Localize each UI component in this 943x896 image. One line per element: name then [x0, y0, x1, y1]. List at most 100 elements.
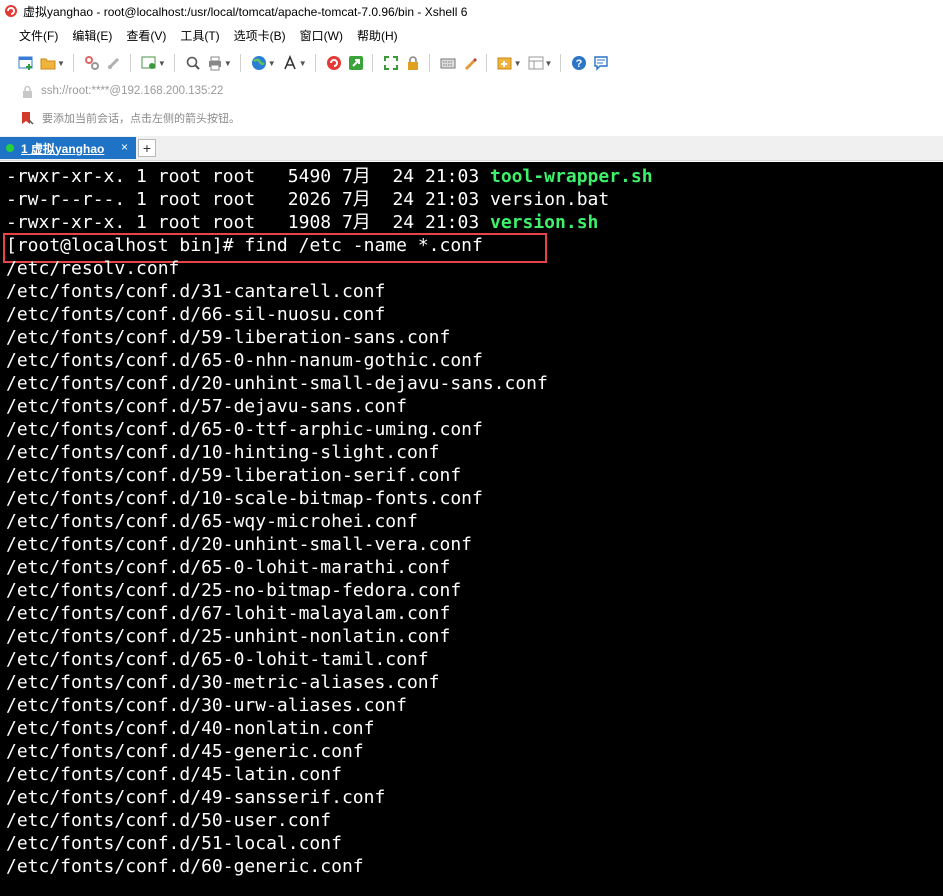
help-icon[interactable]: ?: [571, 55, 587, 71]
menu-bar: 文件(F) 编辑(E) 查看(V) 工具(T) 选项卡(B) 窗口(W) 帮助(…: [0, 24, 943, 46]
hint-text: 要添加当前会话，点击左侧的箭头按钮。: [42, 113, 240, 125]
output-line: /etc/fonts/conf.d/50-user.conf: [6, 810, 332, 831]
lock-icon: [23, 85, 32, 98]
toolbar-divider: [371, 54, 373, 72]
ls-row-meta: -rwxr-xr-x.: [6, 212, 126, 233]
command-line: [root@localhost bin]# find /etc -name *.…: [6, 234, 483, 257]
address-text[interactable]: ssh://root:****@192.168.200.135:22: [41, 85, 223, 97]
chevron-down-icon[interactable]: ▼: [158, 59, 166, 68]
highlight-icon[interactable]: [462, 55, 478, 71]
output-line: /etc/fonts/conf.d/20-unhint-small-dejavu…: [6, 373, 548, 394]
add-tab-button[interactable]: +: [138, 139, 156, 157]
ls-row: -rw-r--r--. 1 root root 2026 7月 24 21:03…: [6, 188, 609, 211]
output-line: /etc/fonts/conf.d/65-wqy-microhei.conf: [6, 511, 418, 532]
xftp-icon[interactable]: [348, 55, 364, 71]
tab-session-1[interactable]: 1 虚拟yanghao ×: [0, 137, 136, 159]
new-session-icon[interactable]: [18, 55, 34, 71]
ls-row-filename: version.sh: [490, 212, 599, 233]
menu-edit[interactable]: 编辑(E): [72, 27, 112, 44]
output-line: /etc/fonts/conf.d/66-sil-nuosu.conf: [6, 304, 386, 325]
ls-row-filename: tool-wrapper.sh: [490, 166, 653, 187]
ls-row-details: 1 root root 1908 7月 24 21:03: [125, 212, 490, 233]
command-text: find /etc -name *.conf: [244, 235, 483, 256]
output-line: /etc/fonts/conf.d/65-0-lohit-tamil.conf: [6, 649, 429, 670]
shell-prompt: [root@localhost bin]#: [6, 235, 245, 256]
close-icon[interactable]: ×: [121, 140, 128, 154]
xshell-logo-icon: [5, 5, 17, 17]
ls-row-meta: -rwxr-xr-x.: [6, 166, 126, 187]
properties-icon[interactable]: [141, 55, 157, 71]
open-folder-icon[interactable]: [40, 55, 56, 71]
output-line: /etc/fonts/conf.d/67-lohit-malayalam.con…: [6, 603, 451, 624]
output-line: /etc/fonts/conf.d/40-nonlatin.conf: [6, 718, 375, 739]
toolbar-divider: [485, 54, 487, 72]
toolbar-divider: [72, 54, 74, 72]
output-line: /etc/fonts/conf.d/65-0-nhn-nanum-gothic.…: [6, 350, 483, 371]
output-line: /etc/fonts/conf.d/31-cantarell.conf: [6, 281, 386, 302]
new-tab-icon[interactable]: [497, 55, 513, 71]
ls-row-details: 1 root root 2026 7月 24 21:03: [125, 189, 490, 210]
output-line: /etc/fonts/conf.d/65-0-ttf-arphic-uming.…: [6, 419, 483, 440]
chevron-down-icon[interactable]: ▼: [268, 59, 276, 68]
tab-label: 1 虚拟yanghao: [21, 141, 105, 156]
bookmark-arrow-icon[interactable]: [20, 111, 34, 125]
fullscreen-icon[interactable]: [383, 55, 399, 71]
globe-icon[interactable]: [251, 55, 267, 71]
disconnect-icon[interactable]: [84, 55, 100, 71]
output-line: /etc/fonts/conf.d/30-urw-aliases.conf: [6, 695, 407, 716]
output-line: /etc/fonts/conf.d/45-generic.conf: [6, 741, 364, 762]
chat-icon[interactable]: [593, 55, 609, 71]
font-icon[interactable]: [282, 55, 298, 71]
output-line: /etc/fonts/conf.d/59-liberation-sans.con…: [6, 327, 451, 348]
toolbar: ▼ ▼ ▼ ▼ ▼ ▼ ▼ ?: [0, 50, 943, 76]
output-line: /etc/fonts/conf.d/10-scale-bitmap-fonts.…: [6, 488, 483, 509]
chevron-down-icon[interactable]: ▼: [514, 59, 522, 68]
menu-tab[interactable]: 选项卡(B): [234, 27, 286, 44]
output-line: /etc/fonts/conf.d/51-local.conf: [6, 833, 342, 854]
output-line: /etc/fonts/conf.d/20-unhint-small-vera.c…: [6, 534, 472, 555]
output-line: /etc/fonts/conf.d/60-generic.conf: [6, 856, 364, 877]
output-line: /etc/fonts/conf.d/49-sansserif.conf: [6, 787, 386, 808]
menu-help[interactable]: 帮助(H): [357, 27, 398, 44]
output-line: /etc/fonts/conf.d/10-hinting-slight.conf: [6, 442, 440, 463]
menu-view[interactable]: 查看(V): [126, 27, 166, 44]
toolbar-divider: [428, 54, 430, 72]
ls-row-details: 1 root root 5490 7月 24 21:03: [125, 166, 490, 187]
output-line: /etc/fonts/conf.d/59-liberation-serif.co…: [6, 465, 462, 486]
chevron-down-icon[interactable]: ▼: [299, 59, 307, 68]
chevron-down-icon[interactable]: ▼: [545, 59, 553, 68]
toolbar-divider: [129, 54, 131, 72]
ls-row-meta: -rw-r--r--.: [6, 189, 126, 210]
title-bar: 虚拟yanghao - root@localhost:/usr/local/to…: [0, 0, 943, 22]
menu-window[interactable]: 窗口(W): [300, 27, 343, 44]
xshell-icon[interactable]: [326, 55, 342, 71]
print-icon[interactable]: [207, 55, 223, 71]
session-hint-bar: 要添加当前会话，点击左侧的箭头按钮。: [0, 107, 943, 129]
output-line: /etc/resolv.conf: [6, 258, 180, 279]
ls-row: -rwxr-xr-x. 1 root root 1908 7月 24 21:03…: [6, 211, 598, 234]
keyboard-icon[interactable]: [440, 55, 456, 71]
terminal-output[interactable]: -rwxr-xr-x. 1 root root 5490 7月 24 21:03…: [0, 162, 943, 896]
lock-icon[interactable]: [405, 55, 421, 71]
tab-bar: 1 虚拟yanghao × +: [0, 136, 943, 161]
output-line: /etc/fonts/conf.d/30-metric-aliases.conf: [6, 672, 440, 693]
ls-row-filename: version.bat: [490, 189, 610, 210]
output-line: /etc/fonts/conf.d/45-latin.conf: [6, 764, 342, 785]
output-line: /etc/fonts/conf.d/57-dejavu-sans.conf: [6, 396, 407, 417]
output-line: /etc/fonts/conf.d/25-unhint-nonlatin.con…: [6, 626, 451, 647]
output-line: /etc/fonts/conf.d/65-0-lohit-marathi.con…: [6, 557, 451, 578]
chevron-down-icon[interactable]: ▼: [224, 59, 232, 68]
toolbar-divider: [560, 54, 562, 72]
find-icon[interactable]: [185, 55, 201, 71]
menu-tools[interactable]: 工具(T): [180, 27, 219, 44]
chevron-down-icon[interactable]: ▼: [57, 59, 65, 68]
layout-icon[interactable]: [528, 55, 544, 71]
window-title: 虚拟yanghao - root@localhost:/usr/local/to…: [23, 4, 468, 19]
svg-text:?: ?: [576, 58, 583, 70]
address-bar[interactable]: ssh://root:****@192.168.200.135:22: [0, 80, 943, 102]
menu-file[interactable]: 文件(F): [19, 27, 58, 44]
output-line: /etc/fonts/conf.d/25-no-bitmap-fedora.co…: [6, 580, 462, 601]
toolbar-divider: [239, 54, 241, 72]
reconnect-icon[interactable]: [106, 55, 122, 71]
toolbar-divider: [173, 54, 175, 72]
